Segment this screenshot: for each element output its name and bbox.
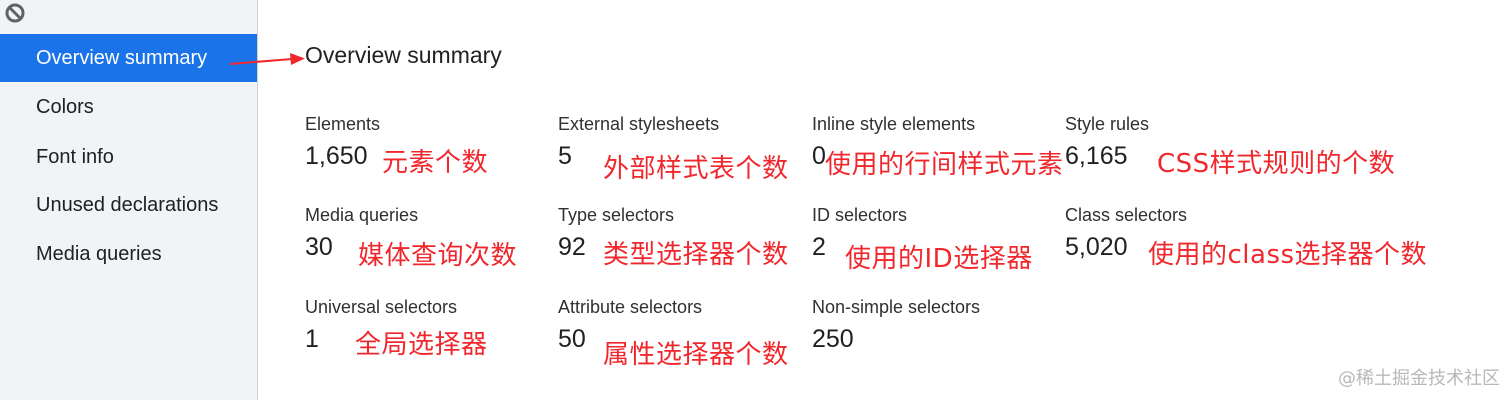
- metric-label: Style rules: [1065, 114, 1150, 134]
- metric-label: Non-simple selectors: [812, 297, 981, 317]
- arrow-icon: [229, 53, 305, 65]
- metric-value: 6,165: [1065, 142, 1128, 170]
- metric-label: Elements: [305, 114, 381, 134]
- metric-value: 250: [812, 325, 854, 353]
- block-icon[interactable]: [4, 2, 26, 24]
- metric-value: 0: [812, 142, 826, 170]
- metric-value: 50: [558, 325, 586, 353]
- metric-label: Inline style elements: [812, 114, 976, 134]
- metric-label: External stylesheets: [558, 114, 720, 134]
- metric-label: Attribute selectors: [558, 297, 703, 317]
- annotation-class-selectors: 使用的class选择器个数: [1148, 240, 1428, 270]
- sidebar-item-unused-declarations[interactable]: Unused declarations: [0, 181, 257, 229]
- metric-label: Media queries: [305, 205, 419, 225]
- metric-label: Type selectors: [558, 205, 675, 225]
- annotation-external-stylesheets: 外部样式表个数: [603, 154, 789, 184]
- annotation-attribute-selectors: 属性选择器个数: [603, 340, 789, 370]
- metric-label: ID selectors: [812, 205, 908, 225]
- metric-value: 5,020: [1065, 233, 1128, 261]
- annotation-media-queries: 媒体查询次数: [358, 241, 518, 271]
- sidebar: Overview summary Colors Font info Unused…: [0, 0, 258, 400]
- annotation-elements: 元素个数: [382, 148, 489, 178]
- sidebar-item-overview-summary[interactable]: Overview summary: [0, 34, 257, 82]
- metric-value: 30: [305, 233, 333, 261]
- metric-label: Class selectors: [1065, 205, 1188, 225]
- metric-value: 1,650: [305, 142, 368, 170]
- annotation-style-rules: CSS样式规则的个数: [1157, 149, 1396, 179]
- annotation-id-selectors: 使用的ID选择器: [845, 244, 1033, 274]
- metric-value: 2: [812, 233, 826, 261]
- watermark: @稀土掘金技术社区: [1338, 368, 1500, 389]
- sidebar-item-font-info[interactable]: Font info: [0, 133, 257, 181]
- annotation-inline-style-elements: 使用的行间样式元素: [825, 150, 1064, 180]
- metric-value: 1: [305, 325, 319, 353]
- metric-label: Universal selectors: [305, 297, 458, 317]
- metric-value: 92: [558, 233, 586, 261]
- page-title: Overview summary: [305, 42, 502, 68]
- sidebar-item-colors[interactable]: Colors: [0, 83, 257, 131]
- metric-value: 5: [558, 142, 572, 170]
- annotation-universal-selectors: 全局选择器: [355, 330, 488, 360]
- annotation-type-selectors: 类型选择器个数: [603, 240, 789, 270]
- sidebar-item-media-queries[interactable]: Media queries: [0, 230, 257, 278]
